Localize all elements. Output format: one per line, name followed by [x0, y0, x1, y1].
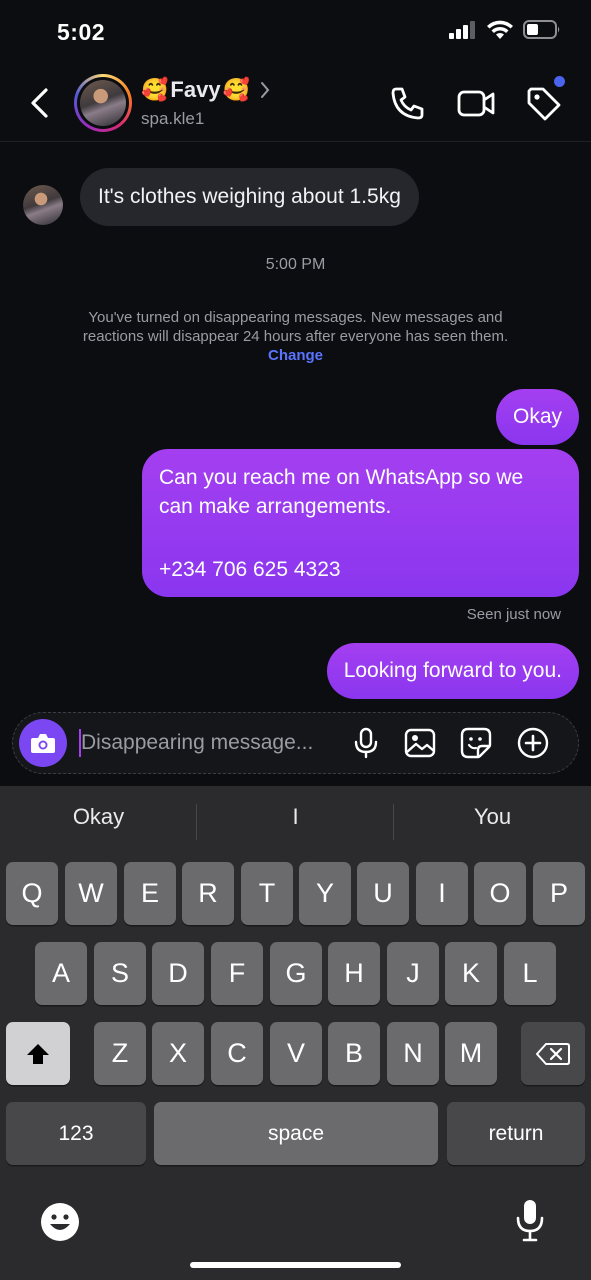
- key-o[interactable]: O: [474, 862, 526, 925]
- tag-icon[interactable]: [524, 84, 564, 122]
- back-icon[interactable]: [26, 84, 56, 122]
- predictive-bar: Okay I You: [0, 786, 591, 858]
- key-a[interactable]: A: [35, 942, 87, 1005]
- sticker-icon[interactable]: [459, 726, 493, 760]
- numbers-key[interactable]: 123: [6, 1102, 146, 1165]
- disappearing-notice: You've turned on disappearing messages. …: [70, 308, 521, 365]
- key-b[interactable]: B: [328, 1022, 380, 1085]
- key-f[interactable]: F: [211, 942, 263, 1005]
- key-y[interactable]: Y: [299, 862, 351, 925]
- key-x[interactable]: X: [152, 1022, 204, 1085]
- sender-avatar[interactable]: [23, 185, 63, 225]
- space-key[interactable]: space: [154, 1102, 438, 1165]
- emoji-icon[interactable]: [40, 1202, 80, 1242]
- key-k[interactable]: K: [445, 942, 497, 1005]
- backspace-icon: [536, 1042, 570, 1065]
- key-u[interactable]: U: [357, 862, 409, 925]
- cellular-signal-icon: [449, 20, 475, 39]
- key-p[interactable]: P: [533, 862, 585, 925]
- key-d[interactable]: D: [152, 942, 204, 1005]
- return-key[interactable]: return: [447, 1102, 585, 1165]
- seen-status: Seen just now: [466, 606, 561, 623]
- key-e[interactable]: E: [124, 862, 176, 925]
- status-bar: 5:02: [0, 0, 591, 62]
- disappearing-notice-text: You've turned on disappearing messages. …: [82, 309, 509, 345]
- message-input[interactable]: [81, 727, 343, 759]
- outgoing-message[interactable]: Can you reach me on WhatsApp so we can m…: [142, 449, 579, 597]
- outgoing-message[interactable]: Looking forward to you.: [326, 643, 579, 699]
- key-q[interactable]: Q: [6, 862, 58, 925]
- key-r[interactable]: R: [182, 862, 234, 925]
- key-w[interactable]: W: [65, 862, 117, 925]
- microphone-icon[interactable]: [349, 726, 383, 760]
- keyboard: Okay I You Q W E R T Y U I O P A S D F G…: [0, 786, 591, 1280]
- dictation-microphone-icon[interactable]: [514, 1198, 546, 1244]
- outgoing-message[interactable]: Okay: [495, 389, 579, 445]
- camera-button[interactable]: [19, 719, 67, 767]
- key-j[interactable]: J: [387, 942, 439, 1005]
- contact-username: spa.kle1: [141, 109, 205, 128]
- key-z[interactable]: Z: [94, 1022, 146, 1085]
- status-icons: [449, 20, 561, 39]
- notification-dot: [554, 76, 565, 87]
- message-composer: [12, 712, 579, 774]
- wifi-icon: [487, 20, 513, 39]
- delete-key[interactable]: [521, 1022, 585, 1085]
- message-timestamp: 5:00 PM: [265, 256, 326, 273]
- key-v[interactable]: V: [270, 1022, 322, 1085]
- key-m[interactable]: M: [445, 1022, 497, 1085]
- plus-icon[interactable]: [516, 726, 550, 760]
- gallery-icon[interactable]: [403, 726, 437, 760]
- key-g[interactable]: G: [270, 942, 322, 1005]
- chevron-right-icon: [260, 82, 270, 98]
- name-emoji-right: 🥰: [222, 77, 250, 102]
- incoming-message[interactable]: It's clothes weighing about 1.5kg: [80, 168, 419, 226]
- suggestion[interactable]: You: [394, 804, 591, 830]
- battery-icon: [523, 20, 560, 39]
- key-i[interactable]: I: [416, 862, 468, 925]
- contact-name-row[interactable]: 🥰 Favy 🥰: [141, 77, 272, 103]
- key-n[interactable]: N: [387, 1022, 439, 1085]
- phone-number-text: +234 706 625 4323: [159, 558, 341, 581]
- name-emoji-left: 🥰: [141, 77, 169, 102]
- key-c[interactable]: C: [211, 1022, 263, 1085]
- change-link[interactable]: Change: [268, 347, 323, 364]
- message-text: Can you reach me on WhatsApp so we can m…: [159, 466, 524, 518]
- key-l[interactable]: L: [504, 942, 556, 1005]
- shift-icon: [27, 1043, 49, 1064]
- video-call-icon[interactable]: [456, 84, 496, 122]
- suggestion[interactable]: Okay: [0, 804, 197, 830]
- shift-key[interactable]: [6, 1022, 70, 1085]
- key-s[interactable]: S: [94, 942, 146, 1005]
- status-time: 5:02: [57, 19, 106, 45]
- phone-icon[interactable]: [387, 84, 427, 122]
- key-h[interactable]: H: [328, 942, 380, 1005]
- chat-header: 🥰 Favy 🥰 spa.kle1: [0, 62, 591, 142]
- home-indicator: [190, 1262, 401, 1268]
- contact-name: Favy: [170, 77, 221, 102]
- avatar-photo: [80, 80, 126, 126]
- key-t[interactable]: T: [241, 862, 293, 925]
- contact-avatar[interactable]: [74, 74, 132, 132]
- suggestion[interactable]: I: [197, 804, 394, 830]
- camera-icon: [31, 734, 55, 753]
